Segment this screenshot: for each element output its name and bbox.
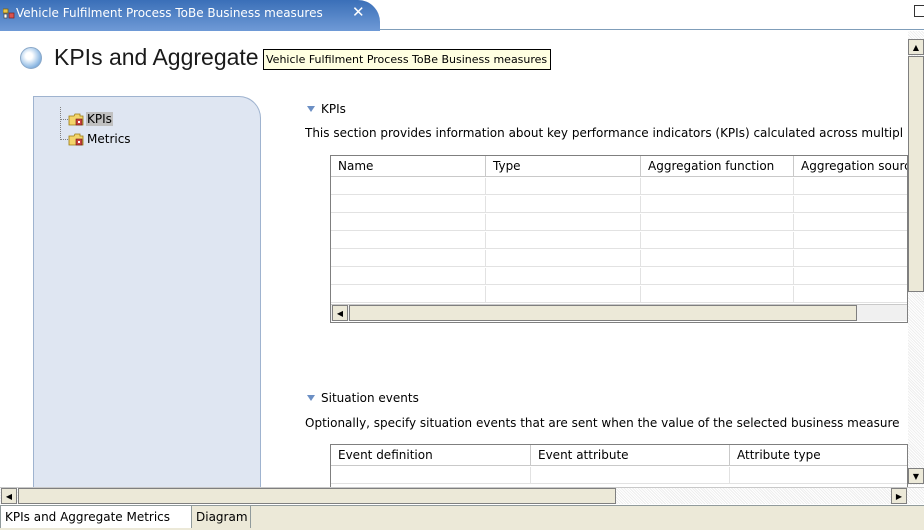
editor-tab-title: Vehicle Fulfilment Process ToBe Business… — [16, 6, 323, 20]
scroll-left-icon[interactable]: ◀ — [332, 305, 348, 321]
folder-icon — [68, 113, 84, 125]
scroll-up-icon[interactable]: ▲ — [908, 39, 924, 55]
column-header[interactable]: Event attribute — [531, 445, 730, 466]
table-header: Event definition Event attribute Attribu… — [331, 445, 907, 466]
editor-page-tabs: KPIs and Aggregate Metrics Diagram — [0, 505, 924, 530]
situation-events-section-header[interactable]: Situation events — [307, 391, 419, 405]
section-title: Situation events — [321, 391, 419, 405]
table-row[interactable] — [331, 467, 907, 484]
kpis-section-description: This section provides information about … — [305, 126, 904, 140]
page-title: KPIs and Aggregate Metrics — [54, 44, 266, 70]
scroll-right-icon[interactable]: ▶ — [891, 488, 907, 504]
scroll-down-icon[interactable]: ▼ — [908, 468, 924, 484]
situation-events-description: Optionally, specify situation events tha… — [305, 416, 900, 430]
table-row[interactable] — [331, 214, 907, 231]
tree-item-kpis[interactable]: KPIs — [68, 111, 113, 127]
scrollbar-thumb[interactable] — [349, 305, 857, 321]
business-measures-icon — [3, 8, 15, 19]
kpi-editor-icon — [20, 47, 42, 69]
close-icon[interactable]: ✕ — [352, 3, 365, 21]
table-row[interactable] — [331, 268, 907, 285]
tooltip: Vehicle Fulfilment Process ToBe Business… — [263, 49, 552, 70]
editor-tab-bar: Vehicle Fulfilment Process ToBe Business… — [0, 0, 924, 31]
kpis-table[interactable]: Name Type Aggregation function Aggregati… — [330, 155, 908, 323]
collapse-triangle-icon[interactable] — [307, 395, 315, 401]
tree-item-metrics[interactable]: Metrics — [68, 131, 132, 147]
table-row[interactable] — [331, 286, 907, 303]
column-header[interactable]: Aggregation function — [641, 156, 794, 177]
table-horizontal-scrollbar[interactable]: ◀ — [331, 304, 907, 321]
tree-connector — [60, 119, 68, 120]
scroll-left-icon[interactable]: ◀ — [1, 488, 17, 504]
maximize-icon[interactable] — [914, 5, 924, 17]
scrollbar-thumb[interactable] — [18, 488, 616, 504]
editor-header: KPIs and Aggregate Metrics Vehicle Fulfi… — [0, 31, 908, 89]
table-row[interactable] — [331, 250, 907, 267]
tab-kpis-and-aggregate-metrics[interactable]: KPIs and Aggregate Metrics — [0, 506, 192, 528]
table-row[interactable] — [331, 232, 907, 249]
situation-events-table[interactable]: Event definition Event attribute Attribu… — [330, 444, 908, 487]
kpis-section-header[interactable]: KPIs — [307, 102, 346, 116]
vertical-scrollbar[interactable]: ▲ ▼ — [908, 31, 924, 485]
table-header: Name Type Aggregation function Aggregati… — [331, 156, 907, 177]
column-header[interactable]: Aggregation source — [794, 156, 907, 177]
column-header[interactable]: Name — [331, 156, 486, 177]
column-header[interactable]: Event definition — [331, 445, 531, 466]
table-row[interactable] — [331, 178, 907, 195]
horizontal-scrollbar[interactable]: ◀ ▶ — [0, 487, 924, 504]
tab-diagram[interactable]: Diagram — [192, 506, 251, 528]
column-header[interactable]: Type — [486, 156, 641, 177]
folder-icon — [68, 133, 84, 145]
scrollbar-thumb[interactable] — [908, 56, 924, 292]
section-title: KPIs — [321, 102, 346, 116]
tree-item-label: KPIs — [86, 112, 113, 126]
table-row[interactable] — [331, 196, 907, 213]
editor-tab-business-measures[interactable]: Vehicle Fulfilment Process ToBe Business… — [0, 0, 380, 31]
tree-connector — [60, 107, 61, 140]
outline-tree-panel: KPIs Metrics — [33, 96, 261, 496]
collapse-triangle-icon[interactable] — [307, 106, 315, 112]
tree-connector — [60, 139, 68, 140]
tree-item-label: Metrics — [87, 132, 131, 146]
column-header[interactable]: Attribute type — [730, 445, 907, 466]
